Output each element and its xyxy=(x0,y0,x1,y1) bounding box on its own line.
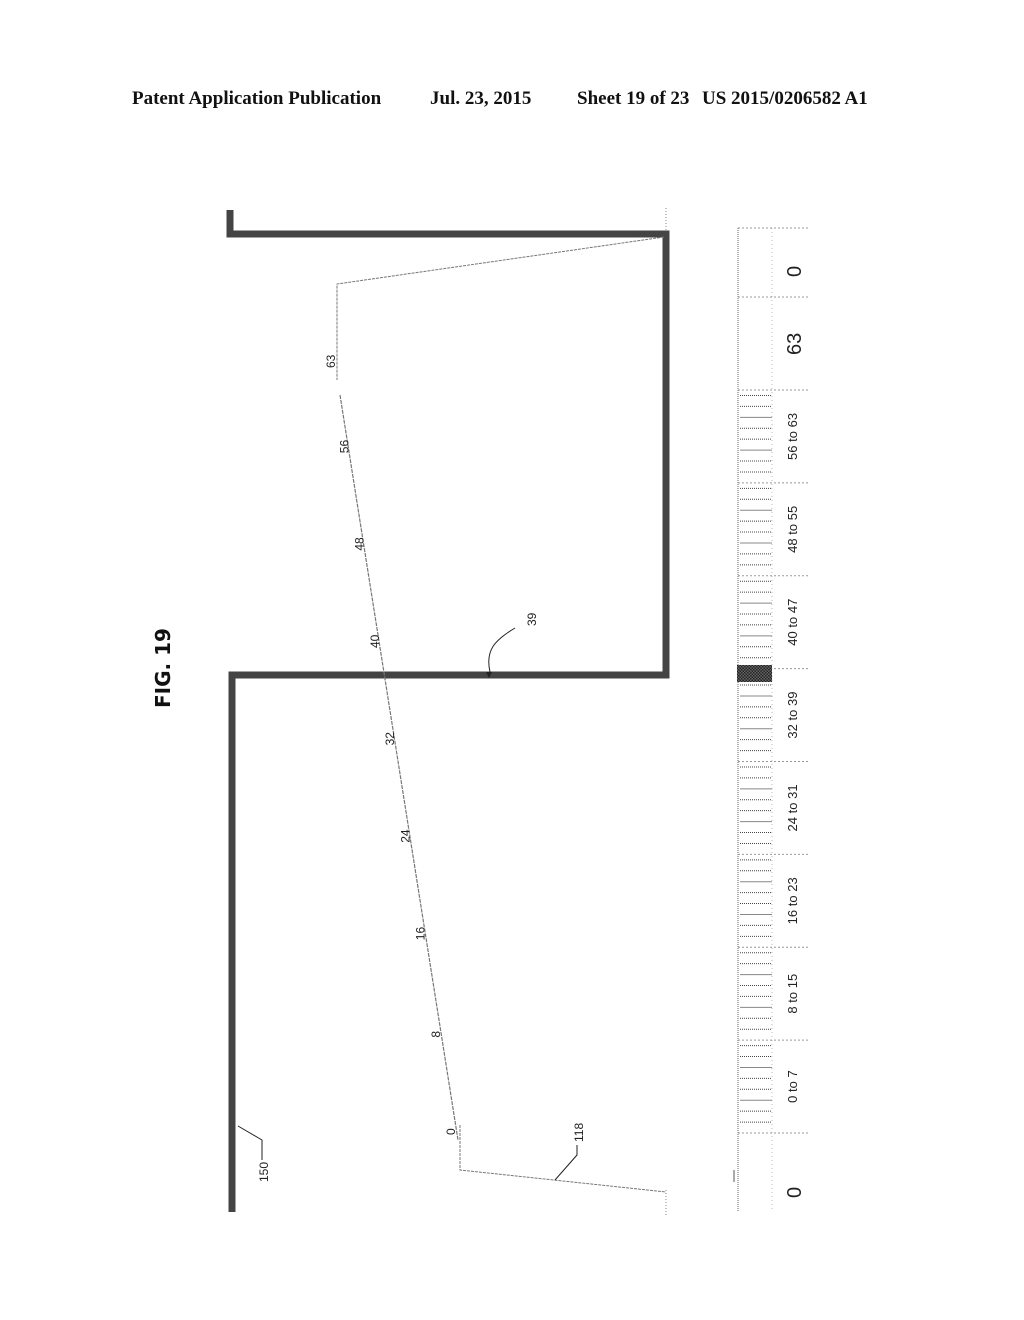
ref-39: 39 xyxy=(525,612,539,626)
leader-39 xyxy=(488,627,516,673)
range-label: 32 to 39 xyxy=(785,692,800,739)
highlight-marker xyxy=(737,665,772,682)
ramp-label: 56 xyxy=(337,440,351,454)
ramp-label: 24 xyxy=(398,829,412,843)
leader-150 xyxy=(237,1125,263,1160)
ramp-staircase xyxy=(339,394,459,1141)
scale-peak: 63 xyxy=(784,333,806,355)
ramp-label: 40 xyxy=(368,634,382,648)
ref-118: 118 xyxy=(572,1123,586,1142)
range-label: 48 to 55 xyxy=(785,506,800,553)
ramp-label: 16 xyxy=(414,927,428,941)
figure-title: FIG. 19 xyxy=(151,628,175,708)
range-label: 56 to 63 xyxy=(785,413,800,460)
figure-19: 0 8 16 24 32 40 48 56 63 150 118 39 FIG. 19 0 63… xyxy=(151,208,808,1215)
ramp-label: 48 xyxy=(353,537,367,551)
leader-118 xyxy=(554,1145,578,1181)
range-label: 8 to 15 xyxy=(785,974,800,1014)
range-label: 40 to 47 xyxy=(785,599,800,646)
ramp-label: 8 xyxy=(429,1031,443,1038)
value-scale xyxy=(737,228,773,1212)
square-waveform-150 xyxy=(226,210,670,1212)
ref-150: 150 xyxy=(257,1162,271,1182)
range-label: 16 to 23 xyxy=(785,877,800,924)
ramp-line-118 xyxy=(336,236,665,380)
scale-end-right: 0 xyxy=(784,266,806,277)
range-label: 0 to 7 xyxy=(785,1070,800,1103)
range-label: 24 to 31 xyxy=(785,784,800,831)
scale-end-left: 0 xyxy=(784,1187,806,1198)
ramp-label: 32 xyxy=(383,732,397,746)
ramp-line-118-bottom xyxy=(459,1125,667,1193)
ramp-label: 0 xyxy=(444,1128,458,1135)
ramp-label: 63 xyxy=(324,354,338,368)
